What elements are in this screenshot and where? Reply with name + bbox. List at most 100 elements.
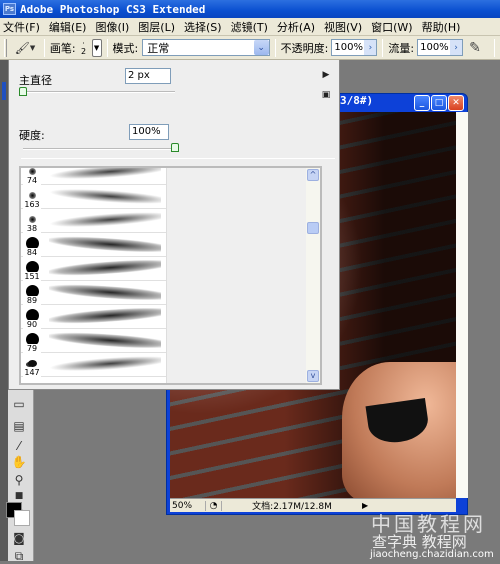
panel-menu-icon[interactable]: ▶ (321, 70, 331, 80)
brush-size-label: 74 (23, 176, 41, 185)
brush-size-label: 147 (23, 368, 41, 377)
brush-size-label: 163 (23, 200, 41, 209)
airbrush-icon[interactable]: ✎ (469, 40, 489, 56)
opacity-field[interactable]: 100% › (331, 39, 378, 56)
brush-list-scrollbar[interactable]: ^ v (306, 168, 320, 383)
status-info-icon[interactable]: ◔ (206, 500, 222, 511)
brush-size-label: 89 (23, 296, 41, 305)
brush-preset-item[interactable]: 151 (21, 258, 166, 281)
document-title-text: 3/8#) (340, 94, 374, 107)
flow-field[interactable]: 100% › (417, 39, 464, 56)
document-size-info: 文档:2.17M/12.8M (252, 502, 332, 512)
menu-analysis[interactable]: 分析(A) (277, 19, 315, 35)
master-diameter-field[interactable]: 2 px (125, 68, 171, 84)
menu-view[interactable]: 视图(V) (324, 19, 362, 35)
brush-preset-item[interactable]: 38 (21, 210, 166, 233)
save-preset-icon[interactable]: ▣ (321, 90, 331, 100)
gradient-tool-icon[interactable]: ▭ (10, 396, 28, 412)
chevron-down-icon: ▼ (29, 43, 36, 52)
brush-preset-item[interactable]: 74 (21, 168, 166, 185)
hand-tool-icon[interactable]: ✋ (10, 454, 28, 470)
menu-file[interactable]: 文件(F) (3, 19, 40, 35)
brush-size-label: 151 (23, 272, 41, 281)
notes-tool-icon[interactable]: ▤ (10, 418, 28, 434)
flow-slider-button[interactable]: › (450, 40, 463, 55)
brush-stroke-preview (49, 330, 161, 350)
brush-size-label: 84 (23, 248, 41, 257)
brush-size-label: 90 (23, 320, 41, 329)
brush-stroke-preview (49, 168, 161, 182)
photoshop-logo-icon: Ps (3, 3, 16, 15)
menu-image[interactable]: 图像(I) (95, 19, 129, 35)
separator (106, 38, 108, 57)
brush-size-label: 38 (23, 224, 41, 233)
brush-preset-item[interactable]: 147 (21, 354, 166, 377)
brush-preset-item[interactable]: 79 (21, 330, 166, 353)
brush-preset-item[interactable]: 84 (21, 234, 166, 257)
screen-mode-icon[interactable]: ⧉ (10, 548, 28, 564)
hardness-field[interactable]: 100% (129, 124, 169, 140)
menu-layer[interactable]: 图层(L) (138, 19, 175, 35)
minimize-button[interactable]: _ (414, 95, 430, 111)
brush-picker-panel: 主直径 2 px ▶ ▣ 硬度: 100% ^ v 74 163 38 84 151 89… (8, 60, 340, 390)
mode-value: 正常 (147, 41, 170, 55)
menu-filter[interactable]: 滤镜(T) (231, 19, 268, 35)
brush-picker-button[interactable]: ▼ (91, 38, 102, 57)
brush-size-value: 2 (81, 46, 87, 56)
tool-preset-picker[interactable]: 🖌 ▼ (11, 39, 39, 57)
diameter-slider-track[interactable] (23, 91, 175, 93)
background-color-swatch[interactable] (14, 510, 30, 526)
divider (21, 158, 335, 159)
dock-tab (2, 82, 6, 100)
brush-label: 画笔: (49, 41, 76, 55)
mode-select[interactable]: 正常 ⌄ (142, 39, 270, 56)
scroll-up-button[interactable]: ^ (307, 169, 319, 181)
brush-size-preview: · 2 (81, 38, 87, 56)
menu-select[interactable]: 选择(S) (184, 19, 222, 35)
brush-stroke-preview (49, 186, 161, 206)
brush-tool-icon: 🖌 (14, 40, 30, 55)
document-vertical-scrollbar[interactable] (456, 112, 468, 498)
maximize-button[interactable]: □ (431, 95, 447, 111)
options-bar: 🖌 ▼ 画笔: · 2 ▼ 模式: 正常 ⌄ 不透明度: 100% › 流量: 10… (0, 36, 500, 60)
quick-mask-icon[interactable]: ◙ (10, 530, 28, 546)
brush-size-label: 79 (23, 344, 41, 353)
master-diameter-label: 主直径 (19, 74, 52, 87)
eyedropper-tool-icon[interactable]: ⁄ (10, 438, 28, 454)
brush-stroke-preview (49, 282, 161, 302)
mode-label: 模式: (112, 41, 139, 55)
brush-stroke-preview (49, 354, 161, 374)
separator (382, 38, 384, 57)
menu-window[interactable]: 窗口(W) (371, 19, 412, 35)
opacity-label: 不透明度: (280, 41, 329, 55)
close-button[interactable]: ✕ (448, 95, 464, 111)
hardness-slider-track[interactable] (23, 148, 175, 150)
hardness-slider-thumb[interactable] (171, 143, 179, 152)
brush-stroke-preview (49, 210, 161, 230)
flow-label: 流量: (388, 41, 415, 55)
brush-preset-item[interactable]: 89 (21, 282, 166, 305)
separator (43, 38, 45, 57)
opacity-slider-button[interactable]: › (364, 40, 377, 55)
menu-help[interactable]: 帮助(H) (422, 19, 461, 35)
opacity-value[interactable]: 100% (332, 42, 364, 53)
hardness-label: 硬度: (19, 129, 45, 142)
brush-preset-list: ^ v 74 163 38 84 151 89 90 79 147 (19, 166, 322, 385)
flow-value[interactable]: 100% (418, 42, 450, 53)
menu-edit[interactable]: 编辑(E) (49, 19, 87, 35)
separator (274, 38, 276, 57)
watermark-url: jiaocheng.chazidian.com (370, 549, 494, 560)
panel-dock-strip (0, 60, 8, 561)
options-grip[interactable] (4, 38, 7, 57)
menu-bar: 文件(F) 编辑(E) 图像(I) 图层(L) 选择(S) 滤镜(T) 分析(A… (0, 18, 500, 36)
scroll-down-button[interactable]: v (307, 370, 319, 382)
scroll-thumb[interactable] (307, 222, 319, 234)
zoom-tool-icon[interactable]: ⚲ (10, 472, 28, 488)
brush-preset-item[interactable]: 163 (21, 186, 166, 209)
brush-preset-item[interactable]: 90 (21, 306, 166, 329)
brush-list-empty-area (166, 168, 306, 383)
zoom-level[interactable]: 50% (170, 500, 206, 511)
diameter-slider-thumb[interactable] (19, 87, 27, 96)
separator (494, 38, 495, 57)
chevron-down-icon: ⌄ (253, 40, 269, 55)
